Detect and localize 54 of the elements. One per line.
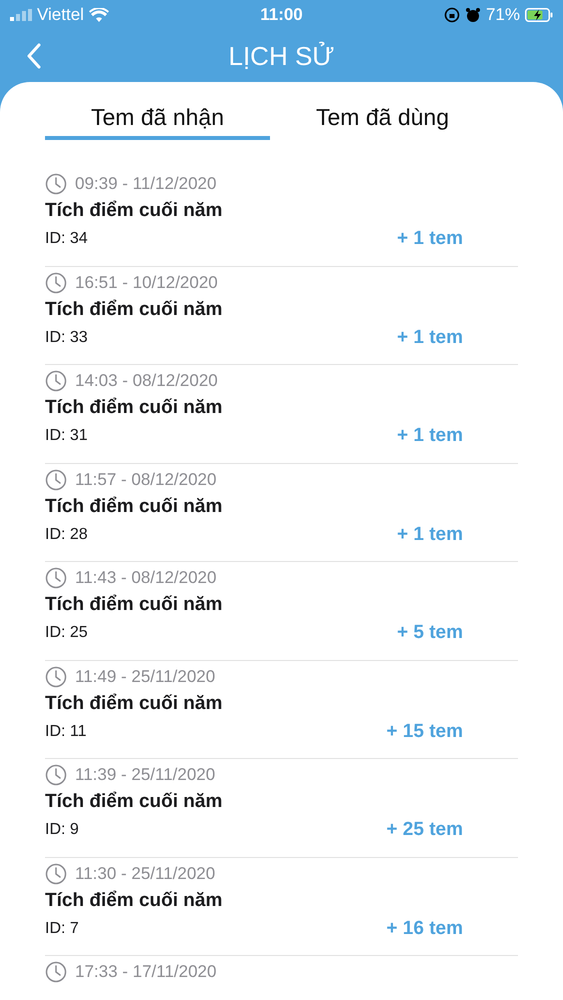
stamp-amount: + 5 tem bbox=[396, 621, 463, 645]
history-time: 17:33 - 17/11/2020 bbox=[75, 961, 216, 984]
page-title: LỊCH SỬ bbox=[228, 40, 334, 72]
clock-icon bbox=[45, 173, 67, 195]
history-title: Tích điểm cuối năm bbox=[45, 888, 224, 912]
history-title: Tích điểm cuối năm bbox=[45, 494, 224, 518]
battery-percent: 71% bbox=[486, 4, 520, 26]
stamp-amount: + 16 tem bbox=[386, 916, 463, 940]
chevron-left-icon bbox=[27, 43, 41, 69]
history-id: ID: 31 bbox=[45, 426, 88, 446]
clock-icon bbox=[45, 272, 67, 294]
stamp-amount: + 15 tem bbox=[386, 720, 463, 744]
tab[interactable]: Tem đã dùng bbox=[270, 98, 495, 140]
history-time: 11:49 - 25/11/2020 bbox=[75, 666, 216, 688]
history-title: Tích điểm cuối năm bbox=[45, 692, 224, 716]
tab[interactable]: Tem đã nhận bbox=[45, 98, 270, 140]
history-time: 11:43 - 08/12/2020 bbox=[75, 567, 216, 590]
history-title: Tích điểm cuối năm bbox=[45, 298, 224, 322]
clock-icon bbox=[45, 764, 67, 786]
stamp-amount: + 1 tem bbox=[396, 227, 463, 251]
clock-icon bbox=[45, 370, 67, 392]
stamp-amount: + 25 tem bbox=[386, 818, 463, 842]
rotation-lock-icon bbox=[444, 7, 460, 23]
history-title: Tích điểm cuối năm bbox=[45, 199, 224, 223]
clock-time: 11:00 bbox=[260, 4, 303, 26]
history-id: ID: 9 bbox=[45, 820, 79, 840]
history-time: 16:51 - 10/12/2020 bbox=[75, 272, 218, 294]
alarm-icon bbox=[464, 7, 481, 23]
history-id: ID: 33 bbox=[45, 328, 88, 348]
stamp-amount: + 1 tem bbox=[396, 424, 463, 448]
history-title: Tích điểm cuối năm bbox=[45, 790, 224, 814]
history-id: ID: 25 bbox=[45, 623, 88, 644]
clock-icon bbox=[45, 666, 67, 688]
stamp-amount: + 1 tem bbox=[396, 522, 463, 546]
history-time: 11:57 - 08/12/2020 bbox=[75, 468, 216, 491]
carrier-name: Viettel bbox=[37, 4, 84, 26]
history-title: Tích điểm cuối năm bbox=[45, 396, 224, 420]
signal-icon bbox=[10, 9, 32, 21]
history-time: 14:03 - 08/12/2020 bbox=[75, 370, 218, 392]
history-title: Tích điểm cuối năm bbox=[45, 593, 224, 617]
battery-charging-icon bbox=[524, 8, 553, 22]
clock-icon bbox=[45, 961, 67, 983]
clock-icon bbox=[45, 862, 67, 884]
wifi-icon bbox=[88, 8, 109, 22]
history-time: 09:39 - 11/12/2020 bbox=[75, 173, 216, 196]
history-id: ID: 34 bbox=[45, 229, 88, 250]
history-id: ID: 28 bbox=[45, 524, 88, 545]
clock-icon bbox=[45, 567, 67, 589]
stamp-amount: + 1 tem bbox=[396, 326, 463, 350]
history-time: 11:39 - 25/11/2020 bbox=[75, 764, 216, 786]
history-time: 11:30 - 25/11/2020 bbox=[75, 862, 216, 885]
clock-icon bbox=[45, 468, 67, 490]
history-id: ID: 7 bbox=[45, 918, 79, 939]
history-id: ID: 11 bbox=[45, 722, 86, 742]
